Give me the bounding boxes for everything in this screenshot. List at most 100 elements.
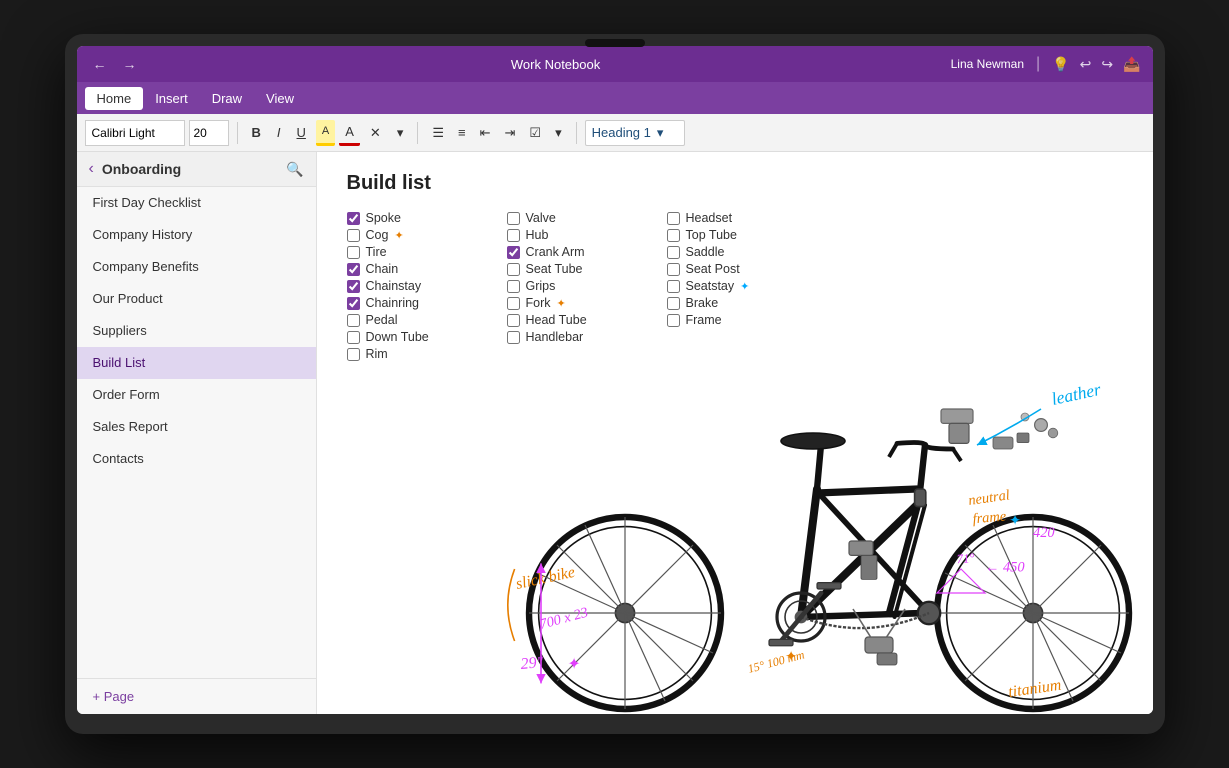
forward-arrow[interactable]: → <box>119 54 141 74</box>
checkbox-chain[interactable] <box>347 263 360 276</box>
font-family-input[interactable] <box>85 120 185 146</box>
content-area: Build list Spoke Cog ✦ <box>317 152 1153 714</box>
checkbox-crank-arm[interactable] <box>507 246 520 259</box>
sidebar-search-icon[interactable]: 🔍 <box>286 161 303 178</box>
title-divider: | <box>1036 55 1040 73</box>
sidebar: ‹ Onboarding 🔍 First Day Checklist Compa… <box>77 152 317 714</box>
checkbox-rim[interactable] <box>347 348 360 361</box>
sidebar-back-button[interactable]: ‹ <box>89 160 94 178</box>
user-name: Lina Newman <box>951 57 1024 71</box>
sidebar-item-company-history[interactable]: Company History <box>77 219 316 251</box>
page-content: Build list Spoke Cog ✦ <box>317 152 1153 714</box>
menu-bar: Home Insert Draw View <box>77 82 1153 114</box>
back-arrow[interactable]: ← <box>89 54 111 74</box>
item-saddle: Saddle <box>667 245 847 259</box>
list-dropdown[interactable]: ▾ <box>549 120 568 146</box>
lightbulb-icon[interactable]: 💡 <box>1052 56 1069 73</box>
checklist-col-1: Spoke Cog ✦ Tire <box>347 211 507 361</box>
share-icon[interactable]: 📤 <box>1123 56 1140 73</box>
build-list-grid: Spoke Cog ✦ Tire <box>347 211 1123 361</box>
italic-button[interactable]: I <box>271 120 287 146</box>
checkbox-top-tube[interactable] <box>667 229 680 242</box>
add-page-button[interactable]: + Page <box>77 678 316 714</box>
checkbox-chainring[interactable] <box>347 297 360 310</box>
star-seatstay-icon: ✦ <box>740 280 749 293</box>
checklist-col-2: Valve Hub Crank Arm <box>507 211 667 361</box>
bullet-list-button[interactable]: ☰ <box>426 120 450 146</box>
font-color-button[interactable]: A <box>339 120 360 146</box>
checkbox-headset[interactable] <box>667 212 680 225</box>
toolbar-divider-1 <box>237 122 238 144</box>
checkbox-grips[interactable] <box>507 280 520 293</box>
checkbox-seat-tube[interactable] <box>507 263 520 276</box>
bold-button[interactable]: B <box>246 120 267 146</box>
checkbox-cog[interactable] <box>347 229 360 242</box>
item-grips: Grips <box>507 279 667 293</box>
menu-tab-insert[interactable]: Insert <box>143 87 200 110</box>
numbered-list-button[interactable]: ≡ <box>452 120 472 146</box>
underline-button[interactable]: U <box>291 120 312 146</box>
sidebar-item-first-day[interactable]: First Day Checklist <box>77 187 316 219</box>
heading-label: Heading 1 <box>592 125 651 140</box>
checkbox-seat-post[interactable] <box>667 263 680 276</box>
checkbox-seatstay[interactable] <box>667 280 680 293</box>
sidebar-header: ‹ Onboarding 🔍 <box>77 152 316 187</box>
checkbox-down-tube[interactable] <box>347 331 360 344</box>
checkbox-hub[interactable] <box>507 229 520 242</box>
app-window: ← → Work Notebook Lina Newman | 💡 ↩ ↪ 📤 … <box>77 46 1153 714</box>
checkbox-brake[interactable] <box>667 297 680 310</box>
sidebar-item-build-list[interactable]: Build List <box>77 347 316 379</box>
checkbox-tire[interactable] <box>347 246 360 259</box>
checkbox-spoke[interactable] <box>347 212 360 225</box>
decrease-indent-button[interactable]: ⇤ <box>474 120 497 146</box>
menu-tab-draw[interactable]: Draw <box>200 87 254 110</box>
checkbox-fork[interactable] <box>507 297 520 310</box>
item-handlebar: Handlebar <box>507 330 667 344</box>
bike-illustration: leather neutral frame slick bike <box>497 352 1153 714</box>
item-seat-tube: Seat Tube <box>507 262 667 276</box>
device-frame: ← → Work Notebook Lina Newman | 💡 ↩ ↪ 📤 … <box>65 34 1165 734</box>
svg-text:420: 420 <box>1033 525 1055 541</box>
checkbox-pedal[interactable] <box>347 314 360 327</box>
heading-dropdown[interactable]: Heading 1 ▾ <box>585 120 685 146</box>
title-bar-right: Lina Newman | 💡 ↩ ↪ 📤 <box>951 55 1141 73</box>
clear-format-button[interactable]: ✕ <box>364 120 387 146</box>
star-fork-icon: ✦ <box>557 297 566 310</box>
sidebar-item-suppliers[interactable]: Suppliers <box>77 315 316 347</box>
increase-indent-button[interactable]: ⇥ <box>499 120 522 146</box>
item-headset: Headset <box>667 211 847 225</box>
svg-text:← 450: ← 450 <box>985 559 1025 575</box>
bike-image-container: leather neutral frame slick bike <box>497 352 1153 714</box>
font-size-input[interactable] <box>189 120 229 146</box>
item-seat-post: Seat Post <box>667 262 847 276</box>
item-chainring: Chainring <box>347 296 507 310</box>
menu-tab-view[interactable]: View <box>254 87 306 110</box>
sidebar-item-company-benefits[interactable]: Company Benefits <box>77 251 316 283</box>
svg-text:frame: frame <box>971 508 1006 527</box>
item-rim: Rim <box>347 347 507 361</box>
sidebar-item-contacts[interactable]: Contacts <box>77 443 316 475</box>
checkbox-handlebar[interactable] <box>507 331 520 344</box>
toolbar-divider-3 <box>576 122 577 144</box>
styles-button[interactable]: ▾ <box>391 120 410 146</box>
checkbox-button[interactable]: ☑ <box>523 120 547 146</box>
checkbox-frame[interactable] <box>667 314 680 327</box>
sidebar-item-our-product[interactable]: Our Product <box>77 283 316 315</box>
checkbox-valve[interactable] <box>507 212 520 225</box>
undo-icon[interactable]: ↩ <box>1080 56 1092 73</box>
title-bar-nav: ← → <box>89 54 141 74</box>
checkbox-chainstay[interactable] <box>347 280 360 293</box>
sidebar-item-sales-report[interactable]: Sales Report <box>77 411 316 443</box>
toolbar: B I U A A ✕ ▾ ☰ ≡ ⇤ ⇥ ☑ ▾ Heading 1 ▾ <box>77 114 1153 152</box>
redo-icon[interactable]: ↪ <box>1101 56 1113 73</box>
sidebar-item-order-form[interactable]: Order Form <box>77 379 316 411</box>
heading-dropdown-arrow: ▾ <box>657 125 664 141</box>
sidebar-items: First Day Checklist Company History Comp… <box>77 187 316 678</box>
checkbox-saddle[interactable] <box>667 246 680 259</box>
svg-text:✦: ✦ <box>1009 513 1021 529</box>
highlight-button[interactable]: A <box>316 120 335 146</box>
menu-tab-home[interactable]: Home <box>85 87 144 110</box>
item-valve: Valve <box>507 211 667 225</box>
checklist-col-3: Headset Top Tube Saddle <box>667 211 847 361</box>
checkbox-head-tube[interactable] <box>507 314 520 327</box>
